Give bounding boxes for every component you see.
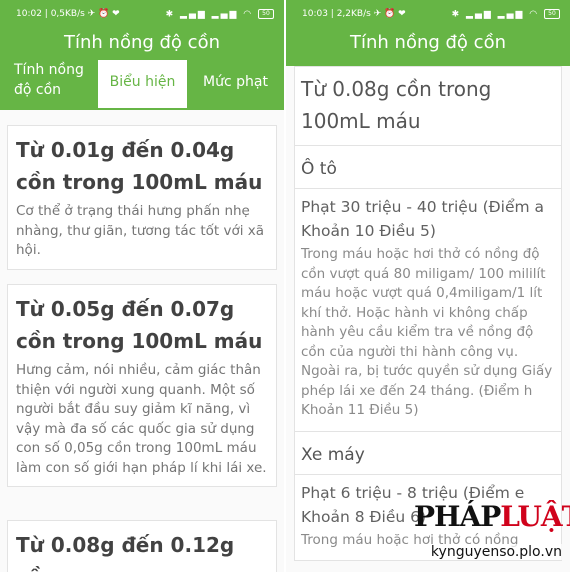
penalty-heading: Từ 0.08g cồn trong 100mL máu	[295, 67, 561, 146]
card-body: Cơ thể ở trạng thái hưng phấn nhẹ nhàng,…	[16, 203, 265, 258]
battery-icon: 50	[258, 9, 274, 19]
car-fine: Phạt 30 triệu - 40 triệu (Điểm a Khoản 1…	[301, 198, 545, 240]
left-screen: 10:02 | 0,5KB/s ✈ ⏰ ❤ ✱ ▂▄▆ ▂▄▆ ◠ 50 Tín…	[0, 0, 284, 572]
penalty-card: Từ 0.08g cồn trong 100mL máu Ô tô Phạt 3…	[294, 66, 562, 561]
status-icons: ✱ ▂▄▆ ▂▄▆ ◠ 50	[166, 9, 274, 20]
vehicle-motorbike-label: Xe máy	[295, 432, 561, 475]
card-heading: Từ 0.08g đến 0.12g cồn	[16, 533, 235, 572]
tab-penalties[interactable]: Mức phạt	[187, 60, 284, 108]
card-heading: Từ 0.01g đến 0.04g cồn trong 100mL máu	[16, 138, 263, 194]
car-description: Trong máu hoặc hơi thở có nồng độ cồn vư…	[295, 243, 561, 432]
source-watermark: kynguyenso.plo.vn	[430, 544, 562, 560]
app-title: Tính nồng độ cồn	[0, 30, 284, 60]
status-icons: ✱ ▂▄▆ ▂▄▆ ◠ 50	[452, 9, 560, 20]
vehicle-car-label: Ô tô	[295, 146, 561, 189]
tab-calculate[interactable]: Tính nồng độ cồn	[0, 60, 98, 108]
tab-calculate-line1: Tính nồng	[14, 62, 84, 78]
info-card: Từ 0.01g đến 0.04g cồn trong 100mL máu C…	[7, 125, 277, 270]
tab-calculate-line2: độ cồn	[14, 82, 62, 98]
info-card: Từ 0.05g đến 0.07g cồn trong 100mL máu H…	[7, 284, 277, 487]
tab-bar: Tính nồng độ cồn Biểu hiện Mức phạt	[0, 60, 284, 110]
card-body: Hưng cảm, nói nhiều, cảm giác thân thiện…	[16, 362, 267, 476]
battery-icon: 50	[544, 9, 560, 19]
status-bar: 10:02 | 0,5KB/s ✈ ⏰ ❤ ✱ ▂▄▆ ▂▄▆ ◠ 50	[0, 0, 284, 30]
card-heading: Từ 0.05g đến 0.07g cồn trong 100mL máu	[16, 297, 263, 353]
phapluat-logo: PHÁPLUẬT	[414, 500, 570, 533]
status-bar: 10:03 | 2,2KB/s ✈ ⏰ ❤ ✱ ▂▄▆ ▂▄▆ ◠ 50	[286, 0, 570, 30]
app-title: Tính nồng độ cồn	[286, 30, 570, 60]
status-time: 10:03 | 2,2KB/s ✈ ⏰ ❤	[302, 9, 406, 19]
right-screen: 10:03 | 2,2KB/s ✈ ⏰ ❤ ✱ ▂▄▆ ▂▄▆ ◠ 50 Tín…	[286, 0, 570, 572]
info-card: Từ 0.08g đến 0.12g cồn	[7, 520, 277, 572]
tab-symptoms[interactable]: Biểu hiện	[98, 60, 187, 108]
status-time: 10:02 | 0,5KB/s ✈ ⏰ ❤	[16, 9, 120, 19]
